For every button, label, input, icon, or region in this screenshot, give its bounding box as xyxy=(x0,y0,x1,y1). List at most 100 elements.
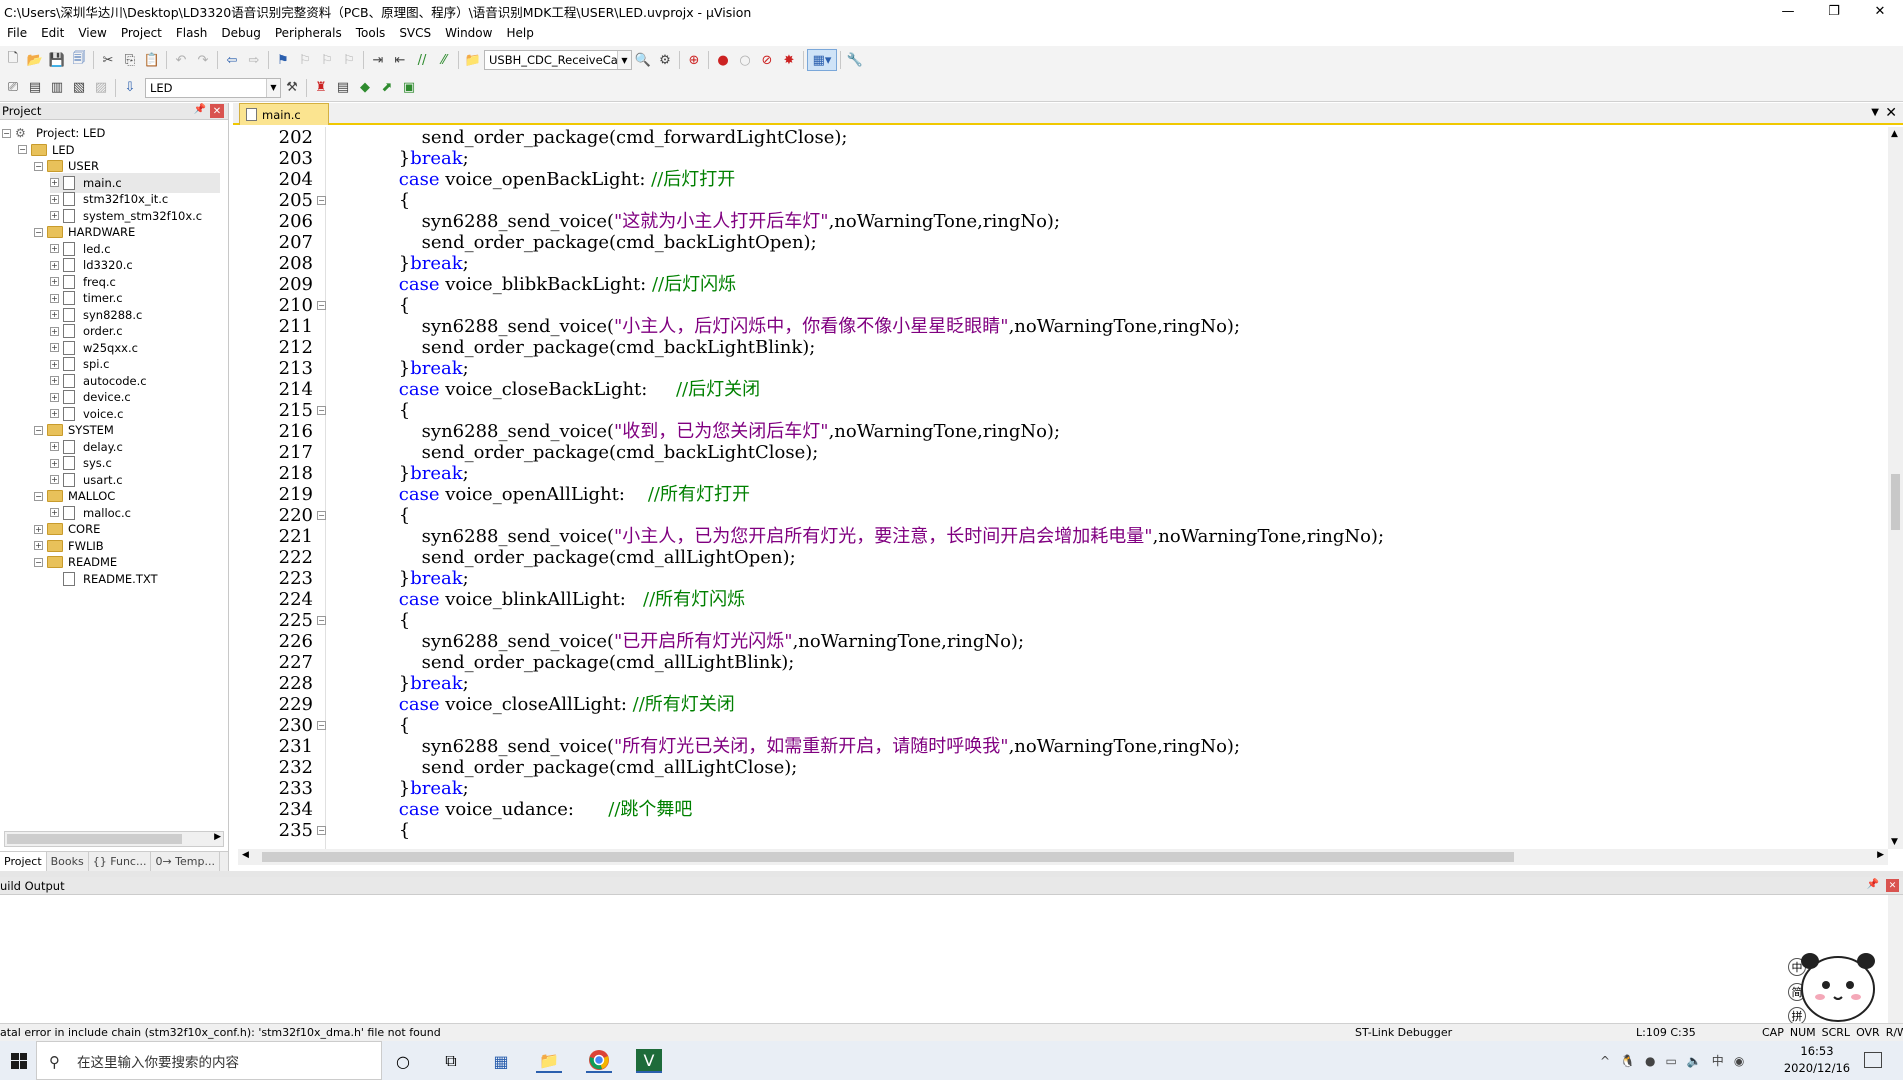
pack-installer-icon[interactable]: ⬈ xyxy=(376,77,398,99)
comment-icon[interactable]: // xyxy=(411,49,433,71)
breakpoint-icon[interactable]: ● xyxy=(712,49,734,71)
tab-main-c[interactable]: main.c xyxy=(239,103,329,125)
bookmark-toggle-icon[interactable]: ⚑ xyxy=(272,49,294,71)
menu-svcs[interactable]: SVCS xyxy=(392,26,438,40)
fold-toggle-icon[interactable]: − xyxy=(317,511,326,520)
close-icon[interactable]: ✕ xyxy=(1886,879,1899,892)
code-line[interactable]: syn6288_send_voice("这就为小主人打开后车灯",noWarni… xyxy=(353,211,1060,232)
expand-icon[interactable]: + xyxy=(50,310,59,319)
build-output-vscrollbar[interactable] xyxy=(1888,895,1903,1023)
paste-icon[interactable]: 📋 xyxy=(141,49,163,71)
bookmark-clear-icon[interactable]: ⚐ xyxy=(338,49,360,71)
wechat-icon[interactable]: ● xyxy=(1645,1054,1655,1068)
taskbar-clock[interactable]: 16:53 2020/12/16 xyxy=(1782,1043,1852,1077)
file-explorer-app-icon[interactable]: 📁 xyxy=(536,1049,562,1073)
redo-icon[interactable]: ↷ xyxy=(192,49,214,71)
find-icon[interactable]: 🔍 xyxy=(632,49,654,71)
code-line[interactable]: }break; xyxy=(353,148,469,169)
expand-icon[interactable]: + xyxy=(50,376,59,385)
keil-app-icon[interactable]: V xyxy=(636,1049,662,1073)
fold-toggle-icon[interactable]: − xyxy=(317,196,326,205)
find-combo[interactable]: USBH_CDC_ReceiveCallb ▼ xyxy=(484,50,632,70)
chevron-down-icon[interactable]: ▼ xyxy=(266,78,280,97)
new-file-icon[interactable]: 🗋 xyxy=(2,49,24,71)
find-in-files-icon[interactable]: 📁 xyxy=(462,49,484,71)
tab-functions[interactable]: {} Func... xyxy=(89,852,152,871)
collapse-icon[interactable]: − xyxy=(34,227,43,237)
code-line[interactable]: }break; xyxy=(353,673,469,694)
bookmark-next-icon[interactable]: ⚐ xyxy=(316,49,338,71)
scroll-right-icon[interactable]: ▶ xyxy=(1877,850,1884,860)
expand-icon[interactable]: + xyxy=(34,541,43,550)
tab-project[interactable]: Project xyxy=(0,852,47,871)
tab-list-dropdown-icon[interactable]: ▼ xyxy=(1871,107,1879,118)
collapse-icon[interactable]: − xyxy=(34,161,43,171)
tree-file-item[interactable]: README.TXT xyxy=(50,569,158,589)
chrome-app-icon[interactable] xyxy=(586,1049,612,1073)
code-line[interactable]: case voice_blibkBackLight: //后灯闪烁 xyxy=(353,274,736,295)
pin-icon[interactable]: 📌 xyxy=(194,104,206,115)
component-icon[interactable]: ▣ xyxy=(398,77,420,99)
code-line[interactable]: send_order_package(cmd_forwardLightClose… xyxy=(353,127,848,148)
code-line[interactable]: case voice_closeBackLight: //后灯关闭 xyxy=(353,379,760,400)
build-output-panel[interactable] xyxy=(0,895,1903,1023)
code-line[interactable]: }break; xyxy=(353,778,469,799)
calculator-app-icon[interactable]: ▦ xyxy=(488,1049,514,1073)
scroll-right-icon[interactable]: ▶ xyxy=(214,832,221,842)
expand-icon[interactable]: + xyxy=(50,211,59,220)
menu-view[interactable]: View xyxy=(71,26,113,40)
close-button[interactable]: ✕ xyxy=(1857,0,1903,22)
network-icon[interactable]: ▭ xyxy=(1666,1054,1677,1068)
menu-peripherals[interactable]: Peripherals xyxy=(268,26,349,40)
cut-icon[interactable]: ✂ xyxy=(97,49,119,71)
project-hscrollbar[interactable]: ▶ xyxy=(4,831,224,847)
expand-icon[interactable]: + xyxy=(50,178,59,187)
code-line[interactable]: case voice_blinkAllLight: //所有灯闪烁 xyxy=(353,589,745,610)
breakpoint-kill-icon[interactable]: ✸ xyxy=(778,49,800,71)
fold-toggle-icon[interactable]: − xyxy=(317,721,326,730)
ime-tray-icon[interactable]: 中 xyxy=(1712,1052,1724,1069)
fold-toggle-icon[interactable]: − xyxy=(317,616,326,625)
save-icon[interactable]: 💾 xyxy=(46,49,68,71)
fold-toggle-icon[interactable]: − xyxy=(317,826,326,835)
fold-toggle-icon[interactable]: − xyxy=(317,301,326,310)
code-line[interactable]: }break; xyxy=(353,358,469,379)
open-folder-icon[interactable]: 📂 xyxy=(24,49,46,71)
code-line[interactable]: syn6288_send_voice("收到，已为您关闭后车灯",noWarni… xyxy=(353,421,1060,442)
indent-icon[interactable]: ⇥ xyxy=(367,49,389,71)
collapse-icon[interactable]: − xyxy=(2,128,11,138)
expand-icon[interactable]: + xyxy=(50,260,59,270)
expand-icon[interactable]: + xyxy=(50,458,59,468)
copy-icon[interactable]: ⎘ xyxy=(119,49,141,71)
code-line[interactable]: { xyxy=(353,295,410,316)
code-line[interactable]: send_order_package(cmd_allLightBlink); xyxy=(353,652,795,673)
code-line[interactable]: send_order_package(cmd_allLightOpen); xyxy=(353,547,796,568)
editor-hscrollbar[interactable]: ◀ ▶ xyxy=(238,849,1888,865)
scroll-up-icon[interactable]: ▲ xyxy=(1891,129,1898,139)
code-line[interactable]: case voice_udance: //跳个舞吧 xyxy=(353,799,693,820)
undo-icon[interactable]: ↶ xyxy=(170,49,192,71)
code-line[interactable]: syn6288_send_voice("小主人，已为您开启所有灯光，要注意，长时… xyxy=(353,526,1384,547)
qq-icon[interactable]: 🐧 xyxy=(1620,1054,1635,1068)
code-line[interactable]: case voice_openAllLight: //所有灯打开 xyxy=(353,484,750,505)
bookmark-prev-icon[interactable]: ⚐ xyxy=(294,49,316,71)
navigate-back-icon[interactable]: ⇦ xyxy=(221,49,243,71)
scrollbar-thumb[interactable] xyxy=(262,852,1514,862)
scrollbar-thumb[interactable] xyxy=(7,834,182,844)
code-line[interactable]: }break; xyxy=(353,253,469,274)
collapse-icon[interactable]: − xyxy=(18,145,27,154)
code-line[interactable]: send_order_package(cmd_allLightClose); xyxy=(353,757,798,778)
navigate-forward-icon[interactable]: ⇨ xyxy=(243,49,265,71)
expand-icon[interactable]: + xyxy=(50,277,59,286)
select-packs-icon[interactable]: ▤ xyxy=(332,77,354,99)
scrollbar-thumb[interactable] xyxy=(1891,474,1900,530)
collapse-icon[interactable]: − xyxy=(34,557,43,567)
menu-debug[interactable]: Debug xyxy=(214,26,267,40)
minimize-button[interactable]: — xyxy=(1765,0,1811,22)
expand-icon[interactable]: + xyxy=(50,293,59,303)
breakpoint-clear-icon[interactable]: ⊘ xyxy=(756,49,778,71)
build-icon[interactable]: ▤ xyxy=(24,77,46,99)
expand-icon[interactable]: + xyxy=(34,524,43,534)
code-line[interactable]: send_order_package(cmd_backLightOpen); xyxy=(353,232,817,253)
close-icon[interactable]: ✕ xyxy=(1885,105,1897,121)
